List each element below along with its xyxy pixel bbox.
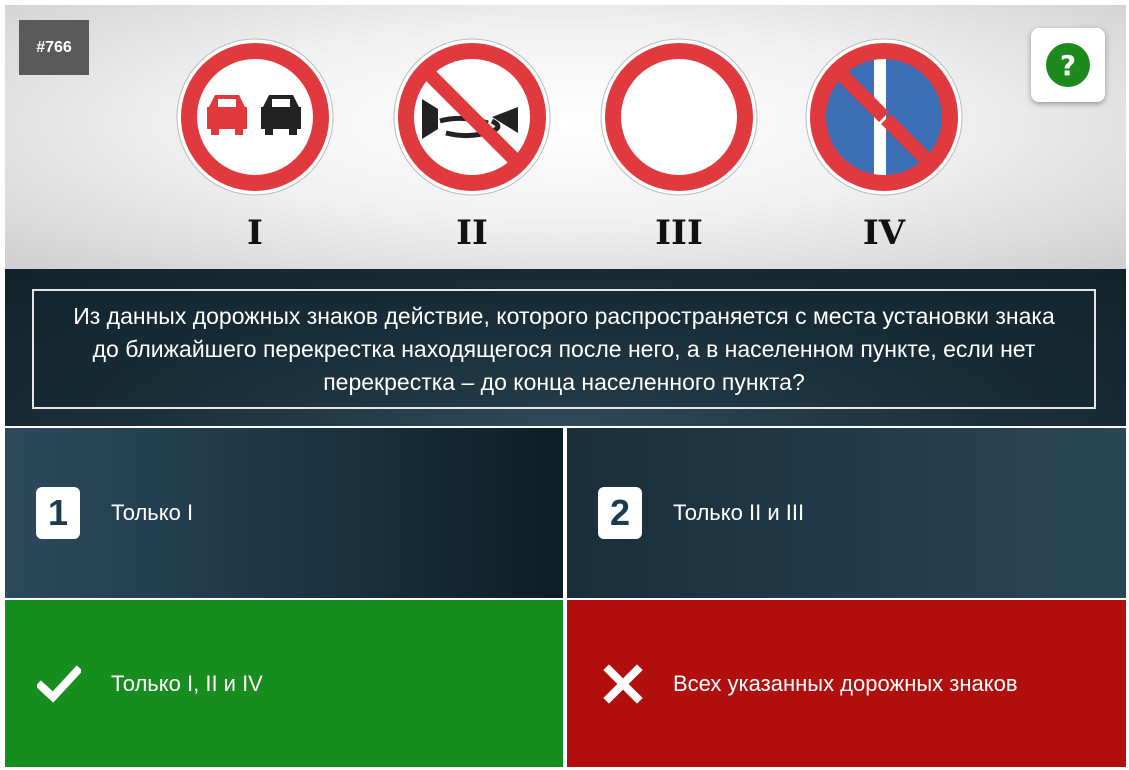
sign-label-1: I: [247, 213, 263, 253]
answer-text-4: Всех указанных дорожных знаков: [673, 670, 1018, 696]
svg-text:?: ?: [1060, 49, 1076, 82]
no-horn-sign-icon: [393, 38, 551, 196]
sign-label-3: III: [655, 213, 703, 253]
cross-icon: [603, 663, 643, 704]
answer-option-4[interactable]: Всех указанных дорожных знаков: [567, 600, 1126, 767]
question-panel: Из данных дорожных знаков действие, кото…: [5, 269, 1126, 426]
answer-text-3: Только I, II и IV: [111, 670, 263, 696]
answer-text-2: Только II и III: [673, 500, 805, 525]
help-button[interactable]: ?: [1031, 28, 1105, 102]
question-circle-icon: ?: [1046, 43, 1090, 87]
answer-option-3[interactable]: Только I, II и IV: [5, 600, 563, 767]
answer-number-1: 1: [36, 487, 80, 539]
answer-number-2: 2: [598, 487, 642, 539]
quiz-card: #766 ? I II III IV Из данных дорожных зн…: [5, 5, 1126, 767]
check-icon: [37, 664, 81, 703]
sign-label-2: II: [456, 213, 488, 253]
answer-text-1: Только I: [111, 500, 194, 525]
question-image: #766 ? I II III IV: [5, 5, 1126, 269]
no-overtaking-sign-icon: [176, 38, 334, 196]
no-parking-even-days-sign-icon: [805, 38, 963, 196]
question-box: Из данных дорожных знаков действие, кото…: [32, 289, 1096, 409]
question-text: Из данных дорожных знаков действие, кото…: [73, 302, 1055, 395]
answer-option-1[interactable]: 1 Только I: [5, 428, 563, 598]
no-traffic-sign-icon: [600, 38, 758, 196]
question-number-badge: #766: [19, 20, 89, 75]
sign-label-4: IV: [862, 213, 906, 253]
answer-option-2[interactable]: 2 Только II и III: [567, 428, 1126, 598]
